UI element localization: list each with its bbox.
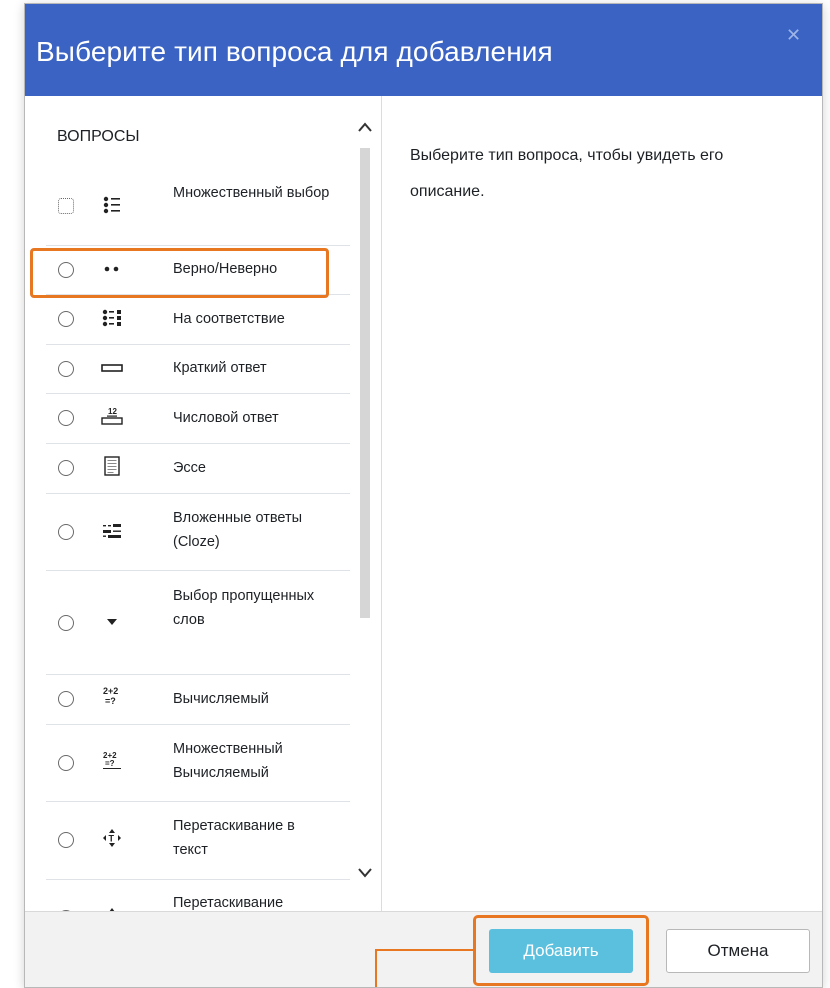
add-button[interactable]: Добавить: [489, 929, 633, 973]
essay-icon: [98, 456, 126, 476]
question-type-dialog: Выберите тип вопроса для добавления ✕ ВО…: [24, 3, 823, 988]
list-item-label: Выбор пропущенных слов: [173, 588, 315, 628]
annotation-connector: [375, 949, 473, 951]
list-item-label: Перетаскивание: [173, 895, 284, 911]
list-item-label: Перетаскивание в текст: [173, 818, 295, 858]
list-item-ddimageortext[interactable]: Перетаскивание: [46, 879, 350, 911]
multiple-choice-icon: [98, 195, 126, 215]
list-item-ddwtos[interactable]: T Перетаскивание в текст: [46, 801, 350, 880]
list-item-essay[interactable]: Эссе: [46, 443, 350, 494]
list-item-cloze[interactable]: Вложенные ответы (Cloze): [46, 493, 350, 571]
list-item-label: Множественный Вычисляемый: [173, 741, 283, 781]
svg-text:2+2: 2+2: [103, 686, 118, 696]
dialog-header: Выберите тип вопроса для добавления ✕: [25, 4, 822, 96]
svg-text:T: T: [109, 834, 115, 844]
list-item-truefalse[interactable]: Верно/Неверно: [46, 245, 350, 295]
radio-multichoice[interactable]: [58, 198, 74, 214]
cancel-button[interactable]: Отмена: [666, 929, 810, 973]
list-scrollbar[interactable]: [355, 96, 375, 911]
radio-gapselect[interactable]: [58, 615, 74, 631]
drag-drop-text-icon: T: [98, 828, 126, 848]
list-item-label: Эссе: [173, 460, 206, 476]
radio-numerical[interactable]: [58, 410, 74, 426]
list-item-gapselect[interactable]: Выбор пропущенных слов: [46, 570, 350, 675]
radio-ddwtos[interactable]: [58, 832, 74, 848]
question-type-description: Выберите тип вопроса, чтобы увидеть его …: [410, 147, 724, 200]
description-pane: Выберите тип вопроса, чтобы увидеть его …: [382, 96, 822, 911]
scrollbar-thumb[interactable]: [360, 148, 370, 618]
list-item-label: Множественный выбор: [173, 185, 330, 201]
radio-truefalse[interactable]: [58, 262, 74, 278]
chevron-down-icon[interactable]: [358, 866, 372, 880]
list-item-match[interactable]: На соответствие: [46, 294, 350, 345]
list-item-label: Краткий ответ: [173, 360, 267, 376]
chevron-up-icon[interactable]: [358, 120, 372, 134]
dialog-footer: Добавить Отмена: [25, 911, 822, 987]
dialog-title: Выберите тип вопроса для добавления: [36, 36, 553, 67]
list-item-shortanswer[interactable]: Краткий ответ: [46, 344, 350, 394]
true-false-icon: [98, 259, 126, 279]
list-item-multichoice[interactable]: Множественный выбор: [46, 166, 350, 246]
close-icon[interactable]: ✕: [786, 26, 801, 44]
calculated-multi-icon: 2+2 =?: [98, 750, 126, 770]
numerical-icon: 12: [98, 406, 126, 426]
svg-text:=?: =?: [105, 759, 115, 768]
list-item-numerical[interactable]: 12 Числовой ответ: [46, 393, 350, 444]
radio-essay[interactable]: [58, 460, 74, 476]
dropdown-arrow-icon: [98, 612, 126, 632]
question-type-list-pane: ВОПРОСЫ Множественный выбор Верно/Неверн…: [25, 96, 382, 911]
short-answer-icon: [98, 358, 126, 378]
svg-text:=?: =?: [105, 696, 116, 706]
radio-cloze[interactable]: [58, 524, 74, 540]
list-item-label: Вложенные ответы (Cloze): [173, 510, 303, 550]
radio-shortanswer[interactable]: [58, 361, 74, 377]
annotation-connector: [375, 949, 377, 987]
cloze-icon: [98, 521, 126, 541]
matching-icon: [98, 308, 126, 328]
list-item-calculatedmulti[interactable]: 2+2 =? Множественный Вычисляемый: [46, 724, 350, 802]
radio-match[interactable]: [58, 311, 74, 327]
section-label: ВОПРОСЫ: [57, 128, 140, 145]
list-item-label: Числовой ответ: [173, 410, 279, 426]
calculated-icon: 2+2 =?: [98, 686, 126, 706]
list-item-label: Верно/Неверно: [173, 261, 278, 277]
list-item-label: Вычисляемый: [173, 691, 269, 707]
radio-calculatedmulti[interactable]: [58, 755, 74, 771]
radio-calculated[interactable]: [58, 691, 74, 707]
list-item-calculated[interactable]: 2+2 =? Вычисляемый: [46, 674, 350, 725]
svg-text:12: 12: [108, 407, 117, 416]
list-item-label: На соответствие: [173, 311, 285, 327]
